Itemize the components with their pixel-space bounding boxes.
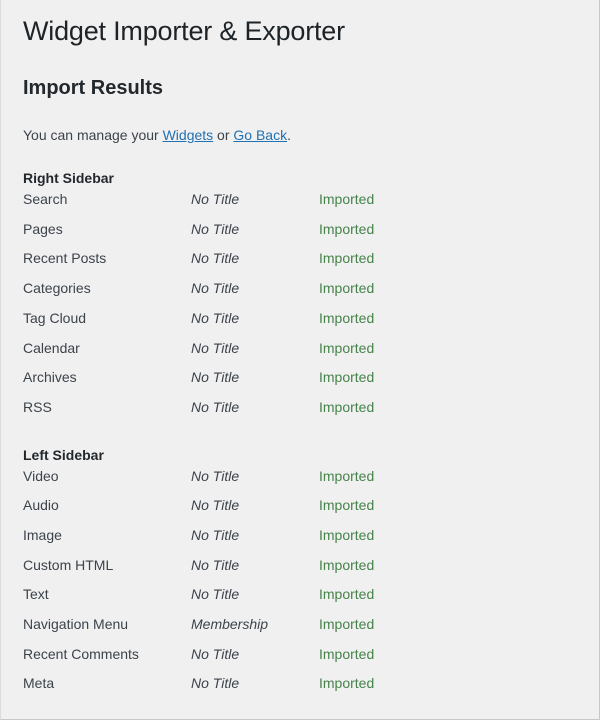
widget-title: No Title	[191, 556, 240, 573]
widget-import-status: Imported	[319, 220, 375, 237]
sidebar-group-heading: Left Sidebar	[23, 446, 104, 463]
widget-result-row: Image No Title Imported	[23, 521, 577, 551]
import-results-heading: Import Results	[23, 77, 164, 100]
widget-import-status: Imported	[319, 675, 375, 692]
widget-title: No Title	[191, 526, 240, 543]
widget-title: No Title	[191, 467, 240, 484]
widget-import-status: Imported	[319, 645, 375, 662]
widget-result-row: Recent Posts No Title Imported	[23, 244, 577, 274]
widget-title: Membership	[191, 616, 269, 633]
widget-name: Calendar	[23, 339, 80, 356]
widget-title: No Title	[191, 250, 240, 267]
widget-name: Tag Cloud	[23, 309, 87, 326]
sidebar-group: Right Sidebar Search No Title Imported Pages…	[23, 146, 577, 423]
widget-name: Archives	[23, 369, 77, 386]
widget-title: No Title	[191, 309, 240, 326]
widget-result-row: Audio No Title Imported	[23, 491, 577, 521]
widget-import-status: Imported	[319, 309, 375, 326]
widget-import-status: Imported	[319, 398, 375, 415]
widget-result-row: Search No Title Imported	[23, 185, 577, 215]
manage-widgets-line: You can manage your Widgets or Go Back.	[23, 102, 577, 146]
widget-import-status: Imported	[319, 280, 375, 297]
widget-title: No Title	[191, 398, 240, 415]
widget-name: Search	[23, 191, 68, 208]
widget-name: RSS	[23, 398, 52, 415]
widget-import-status: Imported	[319, 616, 375, 633]
widget-name: Text	[23, 586, 49, 603]
widget-result-row: Custom HTML No Title Imported	[23, 551, 577, 581]
widget-result-row: RSS No Title Imported	[23, 393, 577, 423]
widget-name: Navigation Menu	[23, 616, 129, 633]
widget-title: No Title	[191, 586, 240, 603]
widget-result-row: Calendar No Title Imported	[23, 334, 577, 364]
widget-name: Image	[23, 526, 62, 543]
widget-import-status: Imported	[319, 497, 375, 514]
widget-result-row: Video No Title Imported	[23, 462, 577, 492]
widget-title: No Title	[191, 220, 240, 237]
go-back-link[interactable]: Go Back	[233, 127, 287, 143]
widget-name: Recent Posts	[23, 250, 107, 267]
widget-import-status: Imported	[319, 250, 375, 267]
widget-title: No Title	[191, 280, 240, 297]
widget-import-status: Imported	[319, 526, 375, 543]
widget-result-row: Categories No Title Imported	[23, 274, 577, 304]
sidebar-group-heading: Right Sidebar	[23, 170, 115, 187]
widget-result-row: Tag Cloud No Title Imported	[23, 304, 577, 334]
widget-title: No Title	[191, 191, 240, 208]
widget-title: No Title	[191, 339, 240, 356]
widget-name: Recent Comments	[23, 645, 139, 662]
widget-result-row: Navigation Menu Membership Imported	[23, 610, 577, 640]
widget-name: Custom HTML	[23, 556, 114, 573]
widget-name: Meta	[23, 675, 55, 692]
widget-result-row: Pages No Title Imported	[23, 215, 577, 245]
widget-name: Categories	[23, 280, 91, 297]
admin-page-wrap: Widget Importer & Exporter Import Result…	[1, 0, 599, 699]
manage-line-suffix: .	[287, 127, 291, 144]
widget-import-status: Imported	[319, 191, 375, 208]
widget-title: No Title	[191, 645, 240, 662]
import-results-list: Right Sidebar Search No Title Imported Pages…	[23, 146, 577, 699]
widget-name: Video	[23, 467, 59, 484]
widget-import-status: Imported	[319, 339, 375, 356]
widgets-link[interactable]: Widgets	[163, 127, 214, 143]
widget-title: No Title	[191, 675, 240, 692]
widget-result-row: Text No Title Imported	[23, 580, 577, 610]
widget-import-status: Imported	[319, 556, 375, 573]
widget-import-status: Imported	[319, 369, 375, 386]
manage-line-prefix: You can manage your	[23, 127, 163, 144]
widget-name: Audio	[23, 497, 59, 514]
widget-result-row: Meta No Title Imported	[23, 669, 577, 699]
widget-name: Pages	[23, 220, 63, 237]
widget-result-row: Recent Comments No Title Imported	[23, 640, 577, 670]
sidebar-group: Left Sidebar Video No Title Imported Audio No…	[23, 423, 577, 700]
widget-title: No Title	[191, 497, 240, 514]
manage-line-separator: or	[213, 127, 234, 144]
widget-import-status: Imported	[319, 467, 375, 484]
widget-import-status: Imported	[319, 586, 375, 603]
widget-title: No Title	[191, 369, 240, 386]
widget-result-row: Archives No Title Imported	[23, 363, 577, 393]
page-title: Widget Importer & Exporter	[23, 16, 345, 46]
